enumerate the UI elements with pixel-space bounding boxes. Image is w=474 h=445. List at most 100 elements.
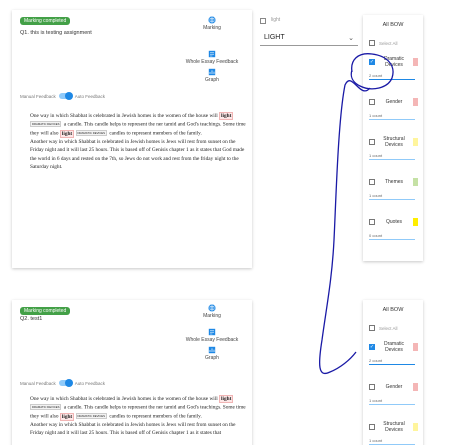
category-name: Structural Devices bbox=[383, 421, 405, 433]
essay-paragraph: Another way in which Shabbat is celebrat… bbox=[30, 422, 236, 437]
graph-button[interactable]: Graph bbox=[182, 68, 242, 83]
category-item[interactable]: Themes 1 count bbox=[363, 171, 423, 211]
select-all-label: Select All bbox=[379, 40, 398, 46]
highlight-light[interactable]: light bbox=[219, 395, 234, 403]
category-count: 2 count bbox=[369, 358, 383, 363]
globe-icon bbox=[208, 304, 216, 312]
device-tag[interactable]: DRAMATIC DEVICES bbox=[75, 413, 107, 420]
category-name: Dramatic Devices bbox=[383, 341, 404, 353]
feedback-mode-switch[interactable] bbox=[58, 92, 73, 100]
category-item[interactable]: Gender 1 count bbox=[363, 91, 423, 131]
category-count: 1 count bbox=[369, 193, 383, 198]
word-select-dropdown[interactable]: LIGHT ⌄ bbox=[260, 30, 358, 46]
select-all-checkbox[interactable] bbox=[369, 40, 375, 46]
device-tag[interactable]: DRAMATIC DEVICES bbox=[30, 121, 62, 128]
device-tag[interactable]: DRAMATIC DEVICES bbox=[30, 404, 62, 411]
category-item[interactable]: Gender 1 count bbox=[363, 376, 423, 416]
marking-button[interactable]: Marking bbox=[182, 16, 242, 31]
essay-text-segment: candles to represent members of the fami… bbox=[109, 413, 202, 420]
category-checkbox[interactable] bbox=[369, 139, 375, 145]
select-all-row[interactable]: Select All bbox=[363, 320, 423, 336]
highlight-word: light bbox=[61, 130, 73, 137]
document-icon bbox=[208, 50, 216, 58]
question-title: Q1. this is testing assignment bbox=[20, 30, 92, 36]
highlight-word: light bbox=[61, 413, 73, 420]
highlight-light[interactable]: light bbox=[219, 112, 234, 120]
category-count: 0 count bbox=[369, 233, 383, 238]
select-all-row[interactable]: Select All bbox=[363, 35, 423, 51]
category-count: 1 count bbox=[369, 438, 383, 443]
category-count: 2 count bbox=[369, 73, 383, 78]
category-progress-bar bbox=[369, 239, 415, 241]
category-color-swatch bbox=[413, 138, 418, 146]
whole-essay-feedback-button[interactable]: Whole Essay Feedback bbox=[182, 50, 242, 65]
light-filter-checkbox[interactable] bbox=[260, 18, 266, 24]
category-checkbox[interactable] bbox=[369, 179, 375, 185]
category-color-swatch bbox=[413, 58, 418, 66]
device-tag[interactable]: DRAMATIC DEVICES bbox=[75, 130, 107, 137]
select-all-label: Select All bbox=[379, 325, 398, 331]
auto-feedback-label: Auto Feedback bbox=[74, 380, 106, 386]
category-checkbox[interactable] bbox=[369, 219, 375, 225]
category-progress-bar bbox=[369, 119, 415, 121]
category-item[interactable]: Structural Devices 1 count bbox=[363, 131, 423, 171]
status-badge: Marking completed bbox=[20, 17, 71, 25]
marking-label: Marking bbox=[203, 25, 221, 31]
select-all-checkbox[interactable] bbox=[369, 325, 375, 331]
feedback-mode-switch[interactable] bbox=[58, 379, 73, 387]
graph-icon bbox=[208, 68, 216, 76]
category-name: Structural Devices bbox=[383, 136, 405, 148]
category-item[interactable]: Structural Devices 1 count bbox=[363, 416, 423, 445]
auto-feedback-label: Auto Feedback bbox=[74, 93, 106, 99]
essay-text-segment: candles to represent members of the fami… bbox=[109, 130, 202, 137]
manual-feedback-label: Manual Feedback bbox=[20, 380, 56, 386]
assignment-card-1: Marking completed Q1. this is testing as… bbox=[12, 10, 252, 268]
category-name: Dramatic Devices bbox=[383, 56, 404, 68]
category-color-swatch bbox=[413, 98, 418, 106]
assignment-card-2: Marking completed Q2. test1 Marking Whol… bbox=[12, 300, 252, 445]
category-checkbox[interactable] bbox=[369, 99, 375, 105]
category-name: Quotes bbox=[385, 219, 403, 225]
category-checkbox[interactable]: ✓ bbox=[369, 344, 375, 350]
graph-icon bbox=[208, 346, 216, 354]
category-name: Themes bbox=[384, 179, 404, 185]
graph-label: Graph bbox=[205, 77, 219, 83]
panel-title: All BOW bbox=[382, 307, 404, 313]
category-color-swatch bbox=[413, 343, 418, 351]
category-count: 1 count bbox=[369, 153, 383, 158]
essay-text-segment: One way in which Shabbat is celebrated i… bbox=[30, 396, 218, 402]
category-checkbox[interactable] bbox=[369, 424, 375, 430]
marking-label: Marking bbox=[203, 313, 221, 319]
category-checkbox[interactable] bbox=[369, 384, 375, 390]
category-item[interactable]: Quotes 0 count bbox=[363, 211, 423, 251]
light-filter-label: light bbox=[271, 17, 281, 23]
category-progress-bar bbox=[369, 199, 415, 201]
category-name: Gender bbox=[385, 99, 403, 105]
highlight-light[interactable]: light bbox=[59, 412, 75, 421]
category-progress-bar bbox=[369, 364, 415, 366]
manual-feedback-label: Manual Feedback bbox=[20, 93, 56, 99]
essay-text-segment: One way in which Shabbat is celebrated i… bbox=[30, 113, 218, 119]
category-item[interactable]: ✓ Dramatic Devices 2 count bbox=[363, 336, 423, 376]
highlight-light[interactable]: light bbox=[59, 129, 75, 138]
category-panel-2: All BOW Select All ✓ Dramatic Devices 2 co… bbox=[363, 300, 423, 445]
marking-button[interactable]: Marking bbox=[182, 304, 242, 319]
whole-essay-feedback-button[interactable]: Whole Essay Feedback bbox=[182, 328, 242, 343]
category-checkbox[interactable]: ✓ bbox=[369, 59, 375, 65]
category-color-swatch bbox=[413, 218, 418, 226]
whole-essay-feedback-label: Whole Essay Feedback bbox=[185, 59, 239, 65]
category-item[interactable]: ✓ Dramatic Devices 2 count bbox=[363, 51, 423, 91]
graph-button[interactable]: Graph bbox=[182, 346, 242, 361]
category-progress-bar bbox=[369, 79, 415, 81]
feedback-toggle-row: Manual Feedback Auto Feedback bbox=[20, 92, 106, 100]
category-name: Gender bbox=[385, 384, 403, 390]
status-badge: Marking completed bbox=[20, 307, 71, 315]
whole-essay-feedback-label: Whole Essay Feedback bbox=[185, 337, 239, 343]
category-color-swatch bbox=[413, 178, 418, 186]
chevron-down-icon: ⌄ bbox=[348, 34, 354, 42]
selected-word: LIGHT bbox=[264, 34, 285, 41]
highlight-word: light bbox=[221, 113, 232, 119]
globe-icon bbox=[208, 16, 216, 24]
essay-paragraph: Another way in which Shabbat is celebrat… bbox=[30, 139, 245, 171]
essay-text: One way in which Shabbat is celebrated i… bbox=[30, 395, 248, 438]
